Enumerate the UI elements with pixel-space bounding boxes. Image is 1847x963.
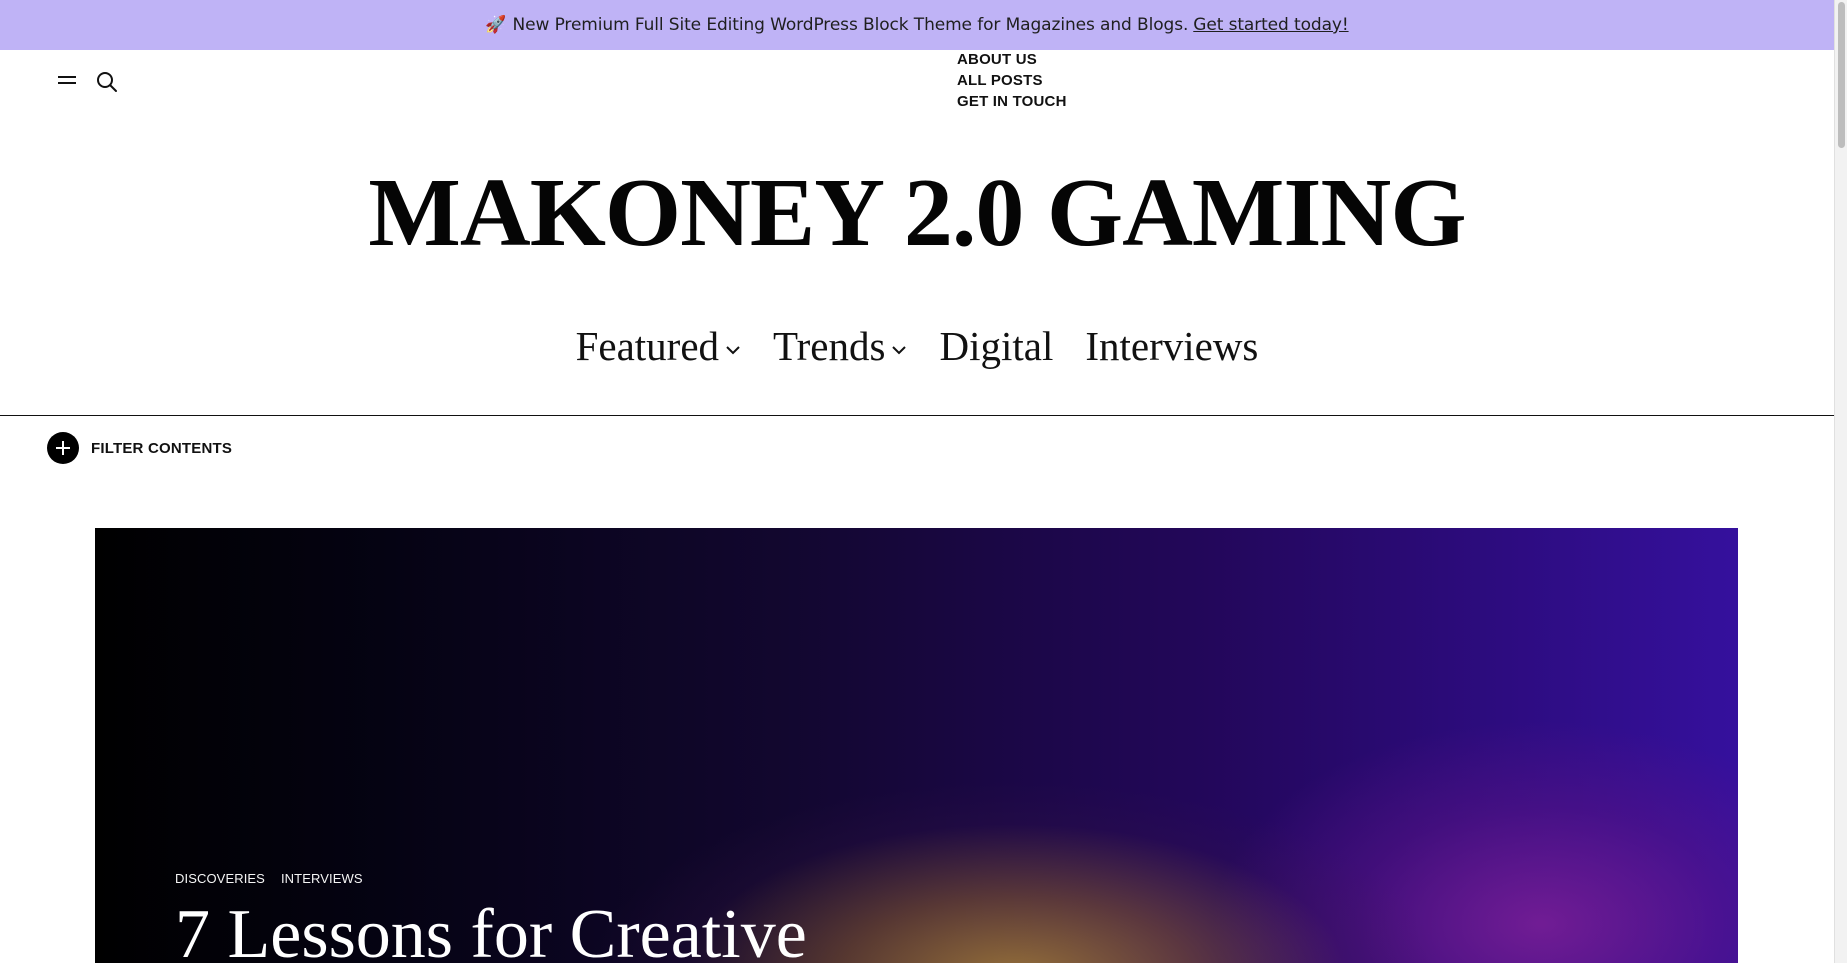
hamburger-icon[interactable] (58, 74, 76, 88)
utility-link-all-posts[interactable]: ALL POSTS (957, 72, 1067, 90)
promo-bar: 🚀 New Premium Full Site Editing WordPres… (0, 0, 1834, 50)
category-discoveries[interactable]: DISCOVERIES (175, 871, 265, 886)
chevron-down-icon (726, 346, 740, 355)
filter-contents-button[interactable]: FILTER CONTENTS (47, 432, 232, 464)
utility-link-get-in-touch[interactable]: GET IN TOUCH (957, 93, 1067, 111)
featured-post-card[interactable]: DISCOVERIES INTERVIEWS 7 Lessons for Cre… (95, 528, 1738, 963)
post-categories: DISCOVERIES INTERVIEWS (175, 871, 363, 886)
nav-item-label: Featured (575, 323, 720, 369)
header-divider (0, 415, 1834, 416)
promo-text: New Premium Full Site Editing WordPress … (512, 15, 1189, 35)
promo-link[interactable]: Get started today! (1193, 15, 1348, 35)
utility-link-about-us[interactable]: ABOUT US (957, 51, 1067, 69)
nav-item-interviews[interactable]: Interviews (1085, 322, 1258, 370)
chevron-down-icon (892, 346, 907, 355)
plus-icon (47, 432, 79, 464)
category-interviews[interactable]: INTERVIEWS (281, 871, 363, 886)
post-title[interactable]: 7 Lessons for Creative (175, 895, 807, 963)
nav-item-label: Trends (773, 323, 886, 369)
vertical-scrollbar[interactable] (1834, 0, 1847, 963)
nav-item-trends[interactable]: Trends (773, 322, 907, 370)
utility-nav: ABOUT US ALL POSTS GET IN TOUCH (957, 51, 1067, 111)
page: 🚀 New Premium Full Site Editing WordPres… (0, 0, 1834, 963)
site-title[interactable]: MAKONEY 2.0 GAMING (0, 158, 1834, 268)
nav-item-digital[interactable]: Digital (939, 322, 1053, 370)
rocket-icon: 🚀 (485, 15, 507, 35)
nav-item-label: Digital (939, 323, 1054, 369)
filter-label: FILTER CONTENTS (91, 439, 233, 457)
nav-item-label: Interviews (1085, 323, 1259, 369)
primary-nav: Featured Trends Digital Interviews (0, 322, 1834, 370)
scrollbar-thumb[interactable] (1838, 2, 1845, 148)
search-icon[interactable] (95, 70, 119, 94)
nav-item-featured[interactable]: Featured (576, 322, 741, 370)
